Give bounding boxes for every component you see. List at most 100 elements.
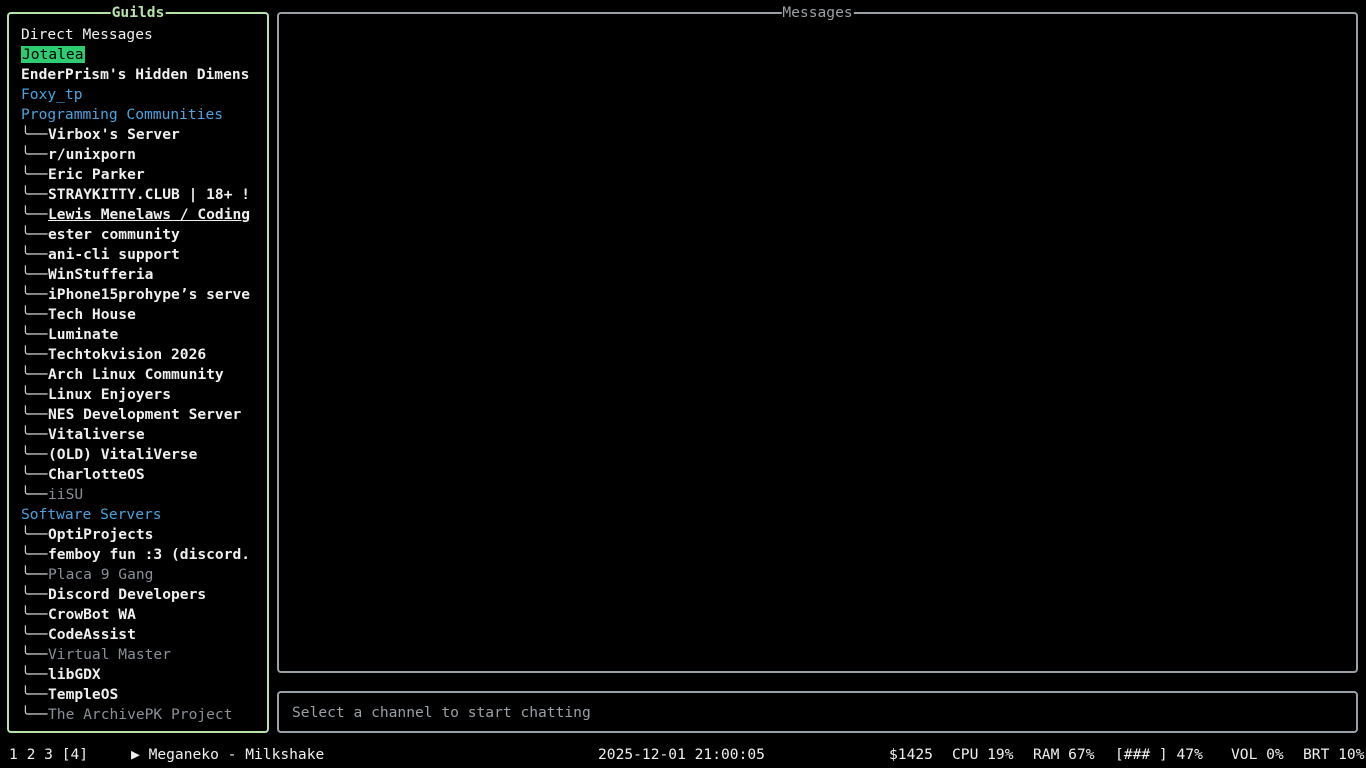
clock: 2025-12-01 21:00:05 <box>598 746 765 763</box>
tree-branch-icon: ╰── <box>21 206 48 223</box>
ram-indicator: RAM 67% <box>1033 746 1095 763</box>
guild-item[interactable]: ╰──r/unixporn <box>21 145 257 165</box>
messages-panel-title: Messages <box>781 4 854 22</box>
guild-item-label: OptiProjects <box>48 526 154 543</box>
guild-item-label: ani-cli support <box>48 246 180 263</box>
tree-branch-icon: ╰── <box>21 686 48 703</box>
message-input-placeholder: Select a channel to start chatting <box>292 704 591 721</box>
guild-item[interactable]: ╰──WinStufferia <box>21 265 257 285</box>
guild-item-label: iiSU <box>48 486 84 503</box>
guild-item[interactable]: ╰──CodeAssist <box>21 625 257 645</box>
direct-messages-item[interactable]: Direct Messages <box>21 25 257 45</box>
guild-item[interactable]: ╰──Arch Linux Community <box>21 365 257 385</box>
guild-item[interactable]: ╰──Techtokvision 2026 <box>21 345 257 365</box>
guild-item-label: Software Servers <box>21 506 162 523</box>
money-indicator: $1425 <box>889 746 933 763</box>
guild-item-label: EnderPrism's Hidden Dimens <box>21 66 250 83</box>
tree-branch-icon: ╰── <box>21 286 48 303</box>
brightness-indicator: BRT 10% <box>1303 746 1365 763</box>
guild-item-label: Tech House <box>48 306 136 323</box>
messages-panel: Messages <box>277 4 1358 673</box>
tree-branch-icon: ╰── <box>21 626 48 643</box>
guild-item[interactable]: ╰──femboy fun :3 (discord. <box>21 545 257 565</box>
message-input[interactable]: Select a channel to start chatting <box>277 691 1358 733</box>
guild-item-label: Luminate <box>48 326 119 343</box>
guild-item-selected[interactable]: Jotalea <box>21 45 257 65</box>
guild-item-label: Jotalea <box>21 46 85 63</box>
guild-item[interactable]: ╰──CharlotteOS <box>21 465 257 485</box>
guild-item[interactable]: ╰──Lewis Menelaws / Coding <box>21 205 257 225</box>
guild-item-label: Programming Communities <box>21 106 224 123</box>
guild-item[interactable]: ╰──TempleOS <box>21 685 257 705</box>
tree-branch-icon: ╰── <box>21 146 48 163</box>
guild-item[interactable]: ╰──CrowBot WA <box>21 605 257 625</box>
guild-item[interactable]: ╰──Luminate <box>21 325 257 345</box>
guild-item[interactable]: ╰──iiSU <box>21 485 257 505</box>
tree-branch-icon: ╰── <box>21 246 48 263</box>
guild-item-label: ester community <box>48 226 180 243</box>
status-bar: 1 2 3 [4] ▶ Meganeko - Milkshake 2025-12… <box>0 744 1366 766</box>
tree-branch-icon: ╰── <box>21 226 48 243</box>
guild-item[interactable]: ╰──Discord Developers <box>21 585 257 605</box>
guild-item-label: The ArchivePK Project <box>48 706 233 723</box>
battery-indicator: [### ] 47% <box>1115 746 1203 763</box>
tree-branch-icon: ╰── <box>21 326 48 343</box>
guild-item[interactable]: ╰──NES Development Server <box>21 405 257 425</box>
guild-item[interactable]: ╰──Linux Enjoyers <box>21 385 257 405</box>
guild-item-label: NES Development Server <box>48 406 242 423</box>
guild-item[interactable]: ╰──The ArchivePK Project <box>21 705 257 725</box>
tree-branch-icon: ╰── <box>21 386 48 403</box>
tree-branch-icon: ╰── <box>21 546 48 563</box>
guild-item-label: Linux Enjoyers <box>48 386 172 403</box>
tree-branch-icon: ╰── <box>21 486 48 503</box>
tree-branch-icon: ╰── <box>21 366 48 383</box>
guild-item[interactable]: EnderPrism's Hidden Dimens <box>21 65 257 85</box>
guild-item-label: CharlotteOS <box>48 466 145 483</box>
guild-item-label: Direct Messages <box>21 26 153 43</box>
tree-branch-icon: ╰── <box>21 186 48 203</box>
guild-item-label: WinStufferia <box>48 266 154 283</box>
guild-folder[interactable]: Foxy_tp <box>21 85 257 105</box>
guild-item-label: Foxy_tp <box>21 86 83 103</box>
volume-indicator: VOL 0% <box>1231 746 1284 763</box>
tree-branch-icon: ╰── <box>21 586 48 603</box>
cpu-indicator: CPU 19% <box>952 746 1014 763</box>
guild-item-label: Virtual Master <box>48 646 172 663</box>
guild-item-label: libGDX <box>48 666 101 683</box>
guild-item-label: STRAYKITTY.CLUB | 18+ ! <box>48 186 251 203</box>
tree-branch-icon: ╰── <box>21 406 48 423</box>
guild-item-label: (OLD) VitaliVerse <box>48 446 198 463</box>
guild-item-label: femboy fun :3 (discord. <box>48 546 251 563</box>
guild-item[interactable]: ╰──Vitaliverse <box>21 425 257 445</box>
tree-branch-icon: ╰── <box>21 566 48 583</box>
guild-item-label: r/unixporn <box>48 146 136 163</box>
guild-item[interactable]: ╰──iPhone15prohype’s serve <box>21 285 257 305</box>
guild-item-label: Arch Linux Community <box>48 366 224 383</box>
now-playing: ▶ Meganeko - Milkshake <box>131 746 325 763</box>
guild-item[interactable]: ╰──OptiProjects <box>21 525 257 545</box>
tree-branch-icon: ╰── <box>21 266 48 283</box>
tree-branch-icon: ╰── <box>21 126 48 143</box>
guild-item[interactable]: ╰──STRAYKITTY.CLUB | 18+ ! <box>21 185 257 205</box>
guild-item-label: Eric Parker <box>48 166 145 183</box>
tree-branch-icon: ╰── <box>21 166 48 183</box>
guild-item[interactable]: ╰──(OLD) VitaliVerse <box>21 445 257 465</box>
guild-item[interactable]: ╰──ester community <box>21 225 257 245</box>
guild-item[interactable]: ╰──Eric Parker <box>21 165 257 185</box>
workspace-indicator[interactable]: 1 2 3 [4] <box>9 744 88 766</box>
guild-item[interactable]: ╰──Tech House <box>21 305 257 325</box>
guild-folder[interactable]: Software Servers <box>21 505 257 525</box>
guild-item[interactable]: ╰──Virtual Master <box>21 645 257 665</box>
guild-item-label: Discord Developers <box>48 586 207 603</box>
tree-branch-icon: ╰── <box>21 706 48 723</box>
tree-branch-icon: ╰── <box>21 346 48 363</box>
guild-folder[interactable]: Programming Communities <box>21 105 257 125</box>
guild-list: Direct Messages Jotalea EnderPrism's Hidde… <box>21 25 257 725</box>
guild-item-label: TempleOS <box>48 686 119 703</box>
guild-item[interactable]: ╰──libGDX <box>21 665 257 685</box>
guild-item[interactable]: ╰──Placa 9 Gang <box>21 565 257 585</box>
tree-branch-icon: ╰── <box>21 466 48 483</box>
guild-item-label: Vitaliverse <box>48 426 145 443</box>
guild-item[interactable]: ╰──Virbox's Server <box>21 125 257 145</box>
guild-item[interactable]: ╰──ani-cli support <box>21 245 257 265</box>
